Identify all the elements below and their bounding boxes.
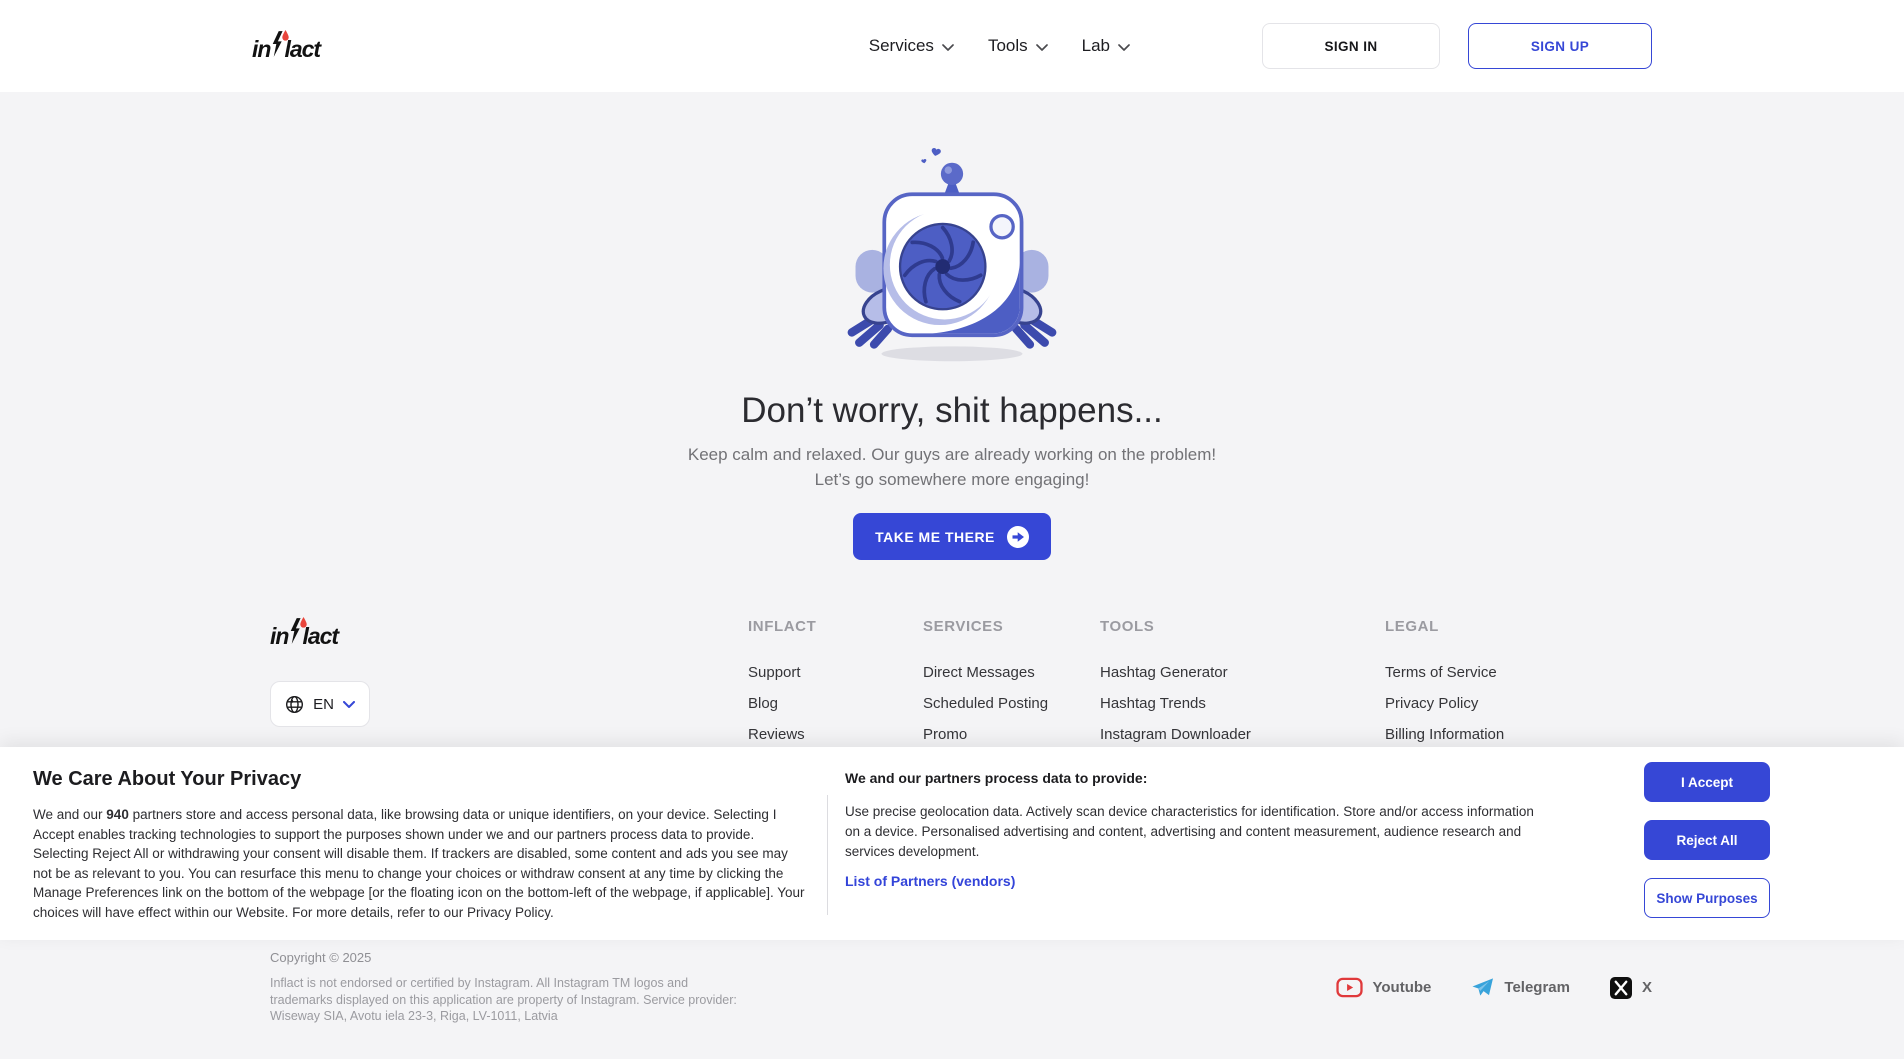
footer-link-privacy-policy[interactable]: Privacy Policy bbox=[1385, 688, 1504, 719]
camera-robot-illustration bbox=[0, 146, 1904, 369]
sign-up-button[interactable]: SIGN UP bbox=[1468, 23, 1652, 69]
take-me-there-label: TAKE ME THERE bbox=[875, 529, 995, 545]
nav-item-services[interactable]: Services bbox=[869, 36, 954, 56]
take-me-there-button[interactable]: TAKE ME THERE bbox=[853, 513, 1051, 560]
telegram-icon bbox=[1471, 977, 1494, 998]
cookie-body-suffix: partners store and access personal data,… bbox=[33, 807, 805, 920]
cookie-body-prefix: We and our bbox=[33, 807, 106, 822]
globe-icon bbox=[285, 695, 304, 714]
social-links: Youtube Telegram X bbox=[1336, 976, 1653, 999]
accept-button[interactable]: I Accept bbox=[1644, 762, 1770, 802]
youtube-link[interactable]: Youtube bbox=[1336, 976, 1432, 999]
footer-column-tools: TOOLS Hashtag Generator Hashtag Trends I… bbox=[1100, 618, 1251, 750]
logo-flame-icon bbox=[281, 22, 290, 45]
footer-inflact-logo[interactable]: in lact bbox=[270, 618, 338, 648]
chevron-down-icon bbox=[1118, 36, 1130, 56]
nav-label-services: Services bbox=[869, 36, 934, 56]
cookie-banner-title: We Care About Your Privacy bbox=[33, 768, 808, 791]
logo-text-start: in bbox=[252, 38, 270, 61]
error-subtitle: Keep calm and relaxed. Our guys are alre… bbox=[0, 442, 1904, 492]
inflact-logo[interactable]: in lact bbox=[252, 31, 320, 61]
footer-link-blog[interactable]: Blog bbox=[748, 688, 816, 719]
nav-label-tools: Tools bbox=[988, 36, 1028, 56]
footer-link-billing-information[interactable]: Billing Information bbox=[1385, 719, 1504, 750]
nav-item-tools[interactable]: Tools bbox=[988, 36, 1048, 56]
language-selector[interactable]: EN bbox=[270, 681, 370, 727]
youtube-label: Youtube bbox=[1373, 979, 1432, 996]
list-of-partners-link[interactable]: List of Partners (vendors) bbox=[845, 873, 1015, 889]
copyright-text: Copyright © 2025 bbox=[270, 950, 371, 965]
site-header: in lact Services Tools bbox=[0, 0, 1904, 92]
footer-column-title: SERVICES bbox=[923, 618, 1048, 635]
footer-column-title: LEGAL bbox=[1385, 618, 1504, 635]
nav-label-lab: Lab bbox=[1082, 36, 1110, 56]
disclaimer-text: Inflact is not endorsed or certified by … bbox=[270, 975, 740, 1025]
x-icon bbox=[1610, 977, 1632, 999]
main-nav: Services Tools Lab bbox=[869, 36, 1130, 56]
footer-link-terms-of-service[interactable]: Terms of Service bbox=[1385, 657, 1504, 688]
x-link[interactable]: X bbox=[1610, 977, 1652, 999]
x-label: X bbox=[1642, 979, 1652, 996]
footer-column-services: SERVICES Direct Messages Scheduled Posti… bbox=[923, 618, 1048, 750]
error-subtitle-line2: Let’s go somewhere more engaging! bbox=[0, 467, 1904, 492]
cookie-consent-banner: We Care About Your Privacy We and our 94… bbox=[0, 747, 1904, 940]
chevron-down-icon bbox=[343, 701, 355, 708]
footer-link-hashtag-trends[interactable]: Hashtag Trends bbox=[1100, 688, 1251, 719]
partners-count: 940 bbox=[106, 807, 129, 822]
divider bbox=[827, 795, 828, 915]
cookie-purposes-body: Use precise geolocation data. Actively s… bbox=[845, 802, 1545, 862]
footer-column-title: INFLACT bbox=[748, 618, 816, 635]
language-code: EN bbox=[313, 696, 334, 713]
cookie-purposes-title: We and our partners process data to prov… bbox=[845, 770, 1545, 786]
error-section: Don’t worry, shit happens... Keep calm a… bbox=[0, 92, 1904, 560]
footer-link-promo[interactable]: Promo bbox=[923, 719, 1048, 750]
nav-item-lab[interactable]: Lab bbox=[1082, 36, 1130, 56]
footer-brand: in lact EN bbox=[270, 618, 370, 727]
error-title: Don’t worry, shit happens... bbox=[0, 391, 1904, 431]
footer-link-scheduled-posting[interactable]: Scheduled Posting bbox=[923, 688, 1048, 719]
show-purposes-button[interactable]: Show Purposes bbox=[1644, 878, 1770, 918]
chevron-down-icon bbox=[1036, 36, 1048, 56]
sign-in-button[interactable]: SIGN IN bbox=[1262, 23, 1440, 69]
footer-column-legal: LEGAL Terms of Service Privacy Policy Bi… bbox=[1385, 618, 1504, 750]
arrow-right-circle-icon bbox=[1007, 526, 1029, 548]
footer-link-support[interactable]: Support bbox=[748, 657, 816, 688]
footer-link-instagram-downloader[interactable]: Instagram Downloader bbox=[1100, 719, 1251, 750]
cookie-purposes-section: We and our partners process data to prov… bbox=[845, 770, 1545, 891]
cookie-privacy-section: We Care About Your Privacy We and our 94… bbox=[33, 768, 808, 922]
telegram-link[interactable]: Telegram bbox=[1471, 977, 1570, 998]
cookie-banner-body: We and our 940 partners store and access… bbox=[33, 805, 808, 922]
footer-link-hashtag-generator[interactable]: Hashtag Generator bbox=[1100, 657, 1251, 688]
error-subtitle-line1: Keep calm and relaxed. Our guys are alre… bbox=[0, 442, 1904, 467]
logo-text-start: in bbox=[270, 625, 288, 648]
footer-column-inflact: INFLACT Support Blog Reviews bbox=[748, 618, 816, 750]
cookie-banner-buttons: I Accept Reject All Show Purposes bbox=[1644, 762, 1770, 918]
youtube-icon bbox=[1336, 976, 1363, 999]
logo-flame-icon bbox=[299, 609, 308, 632]
footer-bottom: Copyright © 2025 Inflact is not endorsed… bbox=[252, 948, 1652, 1048]
footer-link-direct-messages[interactable]: Direct Messages bbox=[923, 657, 1048, 688]
footer-column-title: TOOLS bbox=[1100, 618, 1251, 635]
chevron-down-icon bbox=[942, 36, 954, 56]
telegram-label: Telegram bbox=[1504, 979, 1570, 996]
reject-all-button[interactable]: Reject All bbox=[1644, 820, 1770, 860]
footer-link-reviews[interactable]: Reviews bbox=[748, 719, 816, 750]
